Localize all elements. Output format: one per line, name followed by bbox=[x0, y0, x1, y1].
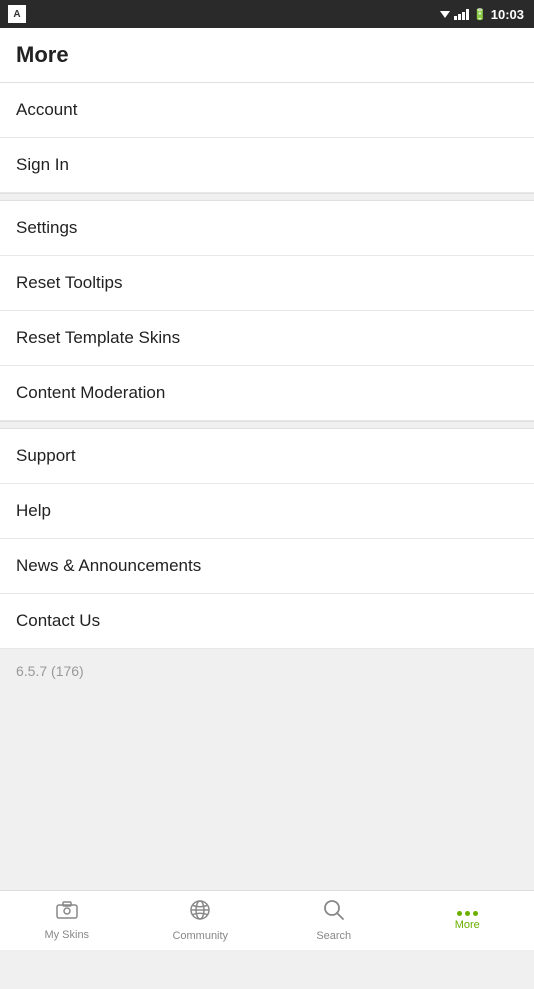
my-skins-icon bbox=[56, 900, 78, 926]
community-icon bbox=[189, 899, 211, 927]
page-header: More bbox=[0, 28, 534, 83]
nav-item-search[interactable]: Search bbox=[267, 893, 401, 948]
menu-item-contact-us[interactable]: Contact Us bbox=[0, 594, 534, 649]
menu-item-help[interactable]: Help bbox=[0, 484, 534, 539]
menu-item-content-moderation[interactable]: Content Moderation bbox=[0, 366, 534, 421]
menu-item-support-label: Support bbox=[16, 446, 76, 465]
app-icon: A bbox=[8, 5, 26, 23]
signal-icon bbox=[440, 11, 450, 18]
status-time: 10:03 bbox=[491, 7, 524, 22]
version-text: 6.5.7 (176) bbox=[16, 663, 84, 679]
menu-item-news-announcements-label: News & Announcements bbox=[16, 556, 201, 575]
nav-item-community[interactable]: Community bbox=[134, 893, 268, 948]
menu-item-settings[interactable]: Settings bbox=[0, 201, 534, 256]
status-bar-left: A bbox=[8, 5, 26, 23]
menu-item-support[interactable]: Support bbox=[0, 429, 534, 484]
nav-item-more[interactable]: More bbox=[401, 905, 534, 937]
signal-bars bbox=[454, 8, 469, 20]
search-icon bbox=[323, 899, 345, 927]
nav-label-search: Search bbox=[316, 930, 351, 942]
menu-section: Account Sign In Settings Reset Tooltips … bbox=[0, 83, 534, 649]
menu-item-reset-template-skins[interactable]: Reset Template Skins bbox=[0, 311, 534, 366]
section-divider-1 bbox=[0, 193, 534, 201]
section-divider-2 bbox=[0, 421, 534, 429]
menu-item-reset-template-skins-label: Reset Template Skins bbox=[16, 328, 180, 347]
menu-item-sign-in[interactable]: Sign In bbox=[0, 138, 534, 193]
bottom-nav: My Skins Community Search bbox=[0, 890, 534, 950]
menu-item-settings-label: Settings bbox=[16, 218, 77, 237]
menu-item-account-label: Account bbox=[16, 100, 77, 119]
menu-item-contact-us-label: Contact Us bbox=[16, 611, 100, 630]
menu-item-help-label: Help bbox=[16, 501, 51, 520]
menu-item-reset-tooltips[interactable]: Reset Tooltips bbox=[0, 256, 534, 311]
menu-item-account[interactable]: Account bbox=[0, 83, 534, 138]
menu-item-content-moderation-label: Content Moderation bbox=[16, 383, 165, 402]
menu-item-news-announcements[interactable]: News & Announcements bbox=[0, 539, 534, 594]
nav-label-my-skins: My Skins bbox=[44, 929, 89, 941]
status-bar: A 🔋 10:03 bbox=[0, 0, 534, 28]
status-bar-right: 🔋 10:03 bbox=[440, 7, 524, 22]
menu-item-sign-in-label: Sign In bbox=[16, 155, 69, 174]
nav-label-community: Community bbox=[172, 930, 228, 942]
menu-item-reset-tooltips-label: Reset Tooltips bbox=[16, 273, 122, 292]
nav-label-more: More bbox=[455, 919, 480, 931]
more-icon bbox=[457, 911, 478, 916]
page-title: More bbox=[16, 42, 69, 67]
nav-item-my-skins[interactable]: My Skins bbox=[0, 894, 134, 947]
battery-icon: 🔋 bbox=[473, 8, 487, 21]
